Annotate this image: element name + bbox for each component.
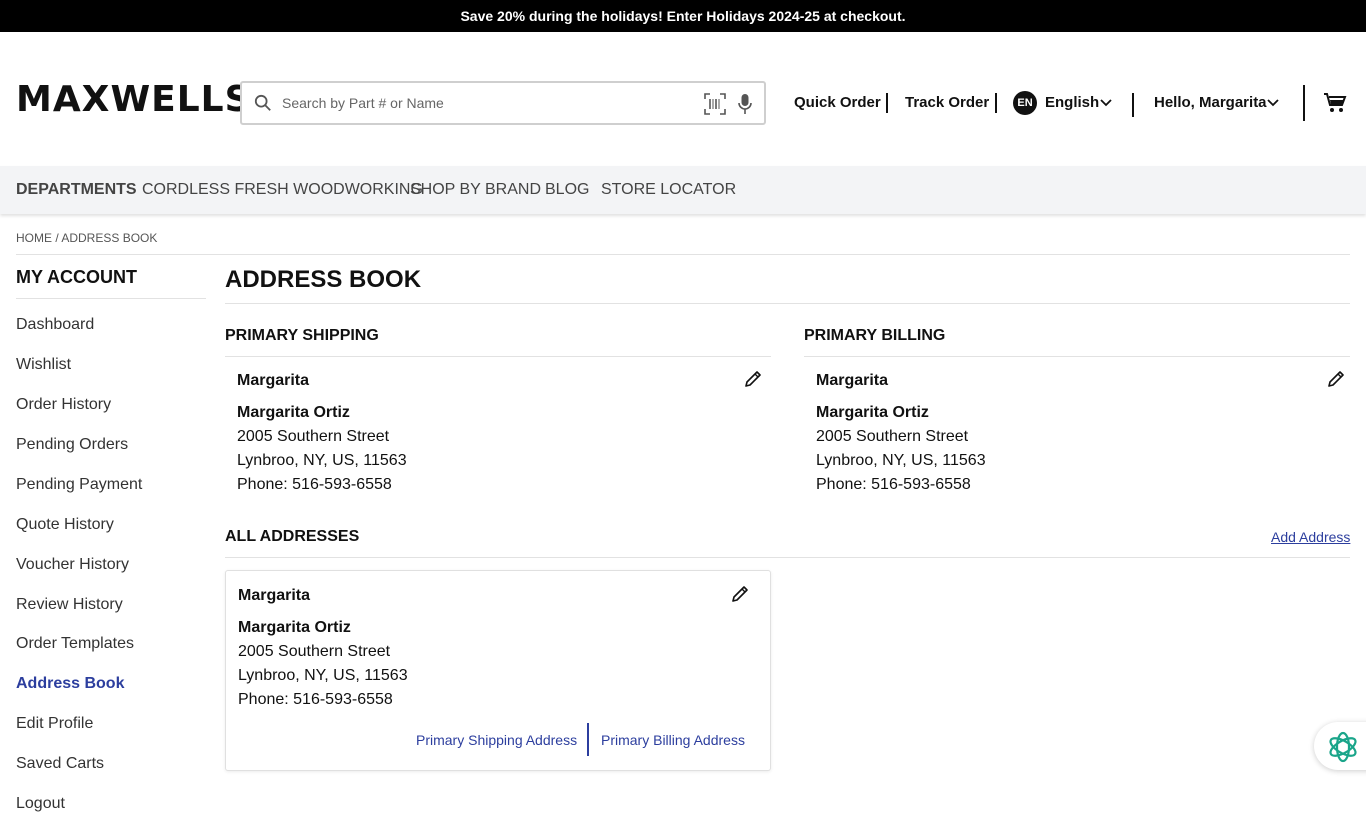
sidebar-item-logout[interactable]: Logout [16,794,65,814]
address-phone: Phone: 516-593-6558 [238,691,393,708]
address-nickname: Margarita [237,372,310,389]
sidebar-item-quote-history[interactable]: Quote History [16,515,114,535]
divider [886,93,888,113]
quick-order-link[interactable]: Quick Order [794,94,881,112]
sidebar-title: MY ACCOUNT [16,267,137,287]
page-title: ADDRESS BOOK [225,266,422,293]
track-order-link[interactable]: Track Order [905,94,989,112]
divider [1303,85,1305,121]
nav-shop-by-brand[interactable]: SHOP BY BRAND [410,181,541,199]
sidebar-item-edit-profile[interactable]: Edit Profile [16,714,93,734]
divider [225,557,1350,558]
divider [16,298,206,299]
address-card: Margarita Margarita Ortiz 2005 Southern … [225,570,771,771]
nav-store-locator[interactable]: STORE LOCATOR [601,181,736,199]
sidebar-item-address-book[interactable]: Address Book [16,674,124,694]
language-selector[interactable]: English [1045,94,1099,112]
all-addresses-heading: ALL ADDRESSES [225,528,360,545]
nav-blog[interactable]: BLOG [545,181,589,199]
cart-icon[interactable] [1323,91,1347,115]
set-primary-shipping-link[interactable]: Primary Shipping Address [416,732,577,748]
language-badge[interactable]: EN [1013,91,1037,115]
site-logo[interactable]: MAXWELLS [16,82,252,118]
sidebar-item-order-history[interactable]: Order History [16,395,111,415]
divider [225,356,771,357]
address-full-name: Margarita Ortiz [238,619,351,636]
divider [995,93,997,113]
sidebar-item-dashboard[interactable]: Dashboard [16,315,94,335]
address-full-name: Margarita Ortiz [237,404,350,421]
address-phone: Phone: 516-593-6558 [816,476,971,493]
account-menu[interactable]: Hello, Margarita [1154,94,1267,112]
address-card-details: Margarita Margarita Ortiz 2005 Southern … [238,584,408,712]
divider [16,254,1350,255]
sidebar-item-saved-carts[interactable]: Saved Carts [16,754,104,774]
address-full-name: Margarita Ortiz [816,404,929,421]
address-street: 2005 Southern Street [816,428,969,445]
promo-banner: Save 20% during the holidays! Enter Holi… [0,0,1366,32]
sidebar-item-pending-payment[interactable]: Pending Payment [16,475,142,495]
sidebar-item-order-templates[interactable]: Order Templates [16,634,134,654]
divider [587,723,589,756]
nav-cordless-woodworking[interactable]: CORDLESS FRESH WOODWORKING [142,181,423,199]
address-phone: Phone: 516-593-6558 [237,476,392,493]
search-input[interactable] [282,91,702,115]
breadcrumb[interactable]: HOME / ADDRESS BOOK [16,231,157,245]
nav-departments[interactable]: DEPARTMENTS [16,181,137,199]
main-nav: DEPARTMENTS CORDLESS FRESH WOODWORKING S… [0,166,1366,214]
microphone-icon[interactable] [738,93,752,115]
search-bar [240,81,766,125]
edit-pencil-icon[interactable] [1326,369,1346,389]
address-city: Lynbroo, NY, US, 11563 [816,452,986,469]
address-street: 2005 Southern Street [238,643,391,660]
primary-shipping-address: Margarita Margarita Ortiz 2005 Southern … [237,369,407,497]
sidebar-item-wishlist[interactable]: Wishlist [16,355,71,375]
search-icon[interactable] [254,94,272,112]
edit-pencil-icon[interactable] [743,369,763,389]
address-nickname: Margarita [238,587,311,604]
primary-shipping-heading: PRIMARY SHIPPING [225,327,379,344]
site-header: MAXWELLS Quick Order Track Order EN Engl… [0,32,1366,166]
chat-assistant-icon [1329,731,1357,763]
address-nickname: Margarita [816,372,889,389]
set-primary-billing-link[interactable]: Primary Billing Address [601,732,745,748]
address-street: 2005 Southern Street [237,428,390,445]
sidebar-item-voucher-history[interactable]: Voucher History [16,555,129,575]
barcode-scan-icon[interactable] [704,93,726,115]
chevron-down-icon[interactable] [1267,99,1279,107]
divider [804,356,1350,357]
primary-billing-address: Margarita Margarita Ortiz 2005 Southern … [816,369,986,497]
divider [225,303,1350,304]
address-city: Lynbroo, NY, US, 11563 [238,667,408,684]
divider [1132,93,1134,117]
address-city: Lynbroo, NY, US, 11563 [237,452,407,469]
sidebar-item-pending-orders[interactable]: Pending Orders [16,435,128,455]
edit-pencil-icon[interactable] [730,584,750,604]
primary-billing-heading: PRIMARY BILLING [804,327,946,344]
sidebar-item-review-history[interactable]: Review History [16,595,123,615]
add-address-link[interactable]: Add Address [1271,529,1350,545]
chat-widget-button[interactable] [1314,722,1366,770]
chevron-down-icon[interactable] [1100,99,1112,107]
